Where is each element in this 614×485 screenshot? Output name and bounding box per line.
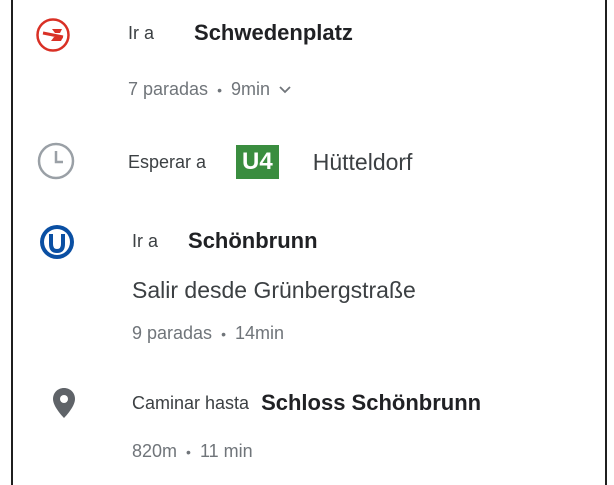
step-walk-instruction: Caminar hasta Schloss Schönbrunn: [132, 390, 481, 416]
exit-instruction: Salir desde Grünbergstraße: [132, 277, 416, 303]
step-tram-details[interactable]: 7 paradas • 9min: [128, 79, 292, 100]
tram-icon: [35, 17, 71, 58]
chevron-down-icon[interactable]: [278, 85, 292, 95]
duration: 11 min: [199, 441, 253, 461]
duration: 9min: [230, 79, 270, 99]
separator-dot: •: [221, 325, 226, 342]
stops-count: 9 paradas: [132, 323, 213, 343]
action-label: Esperar a: [128, 151, 207, 172]
step-tram-instruction: Ir a Schwedenplatz: [128, 20, 353, 46]
u-bahn-icon: [39, 224, 75, 265]
separator-dot: •: [186, 443, 191, 460]
clock-icon: [36, 141, 76, 186]
transit-steps-panel: Ir a Schwedenplatz 7 paradas • 9min Espe…: [11, 0, 607, 485]
separator-dot: •: [217, 81, 222, 98]
step-ubahn-instruction: Ir a Schönbrunn: [132, 228, 318, 254]
step-ubahn-details: 9 paradas • 14min: [132, 323, 284, 344]
walk-distance: 820m: [132, 441, 178, 461]
duration: 14min: [234, 323, 284, 343]
line-badge: U4: [236, 145, 279, 179]
action-label: Caminar hasta: [132, 392, 250, 413]
destination-label: Schloss Schönbrunn: [261, 390, 482, 415]
location-pin-icon: [51, 386, 77, 425]
stops-count: 7 paradas: [128, 79, 209, 99]
destination-label: Schwedenplatz: [194, 20, 353, 45]
destination-label: Schönbrunn: [188, 228, 318, 253]
step-walk-details: 820m • 11 min: [132, 441, 253, 462]
action-label: Ir a: [132, 230, 159, 251]
action-label: Ir a: [128, 22, 155, 43]
direction-label: Hütteldorf: [312, 148, 413, 175]
step-wait-instruction: Esperar a U4 Hütteldorf: [128, 145, 412, 179]
